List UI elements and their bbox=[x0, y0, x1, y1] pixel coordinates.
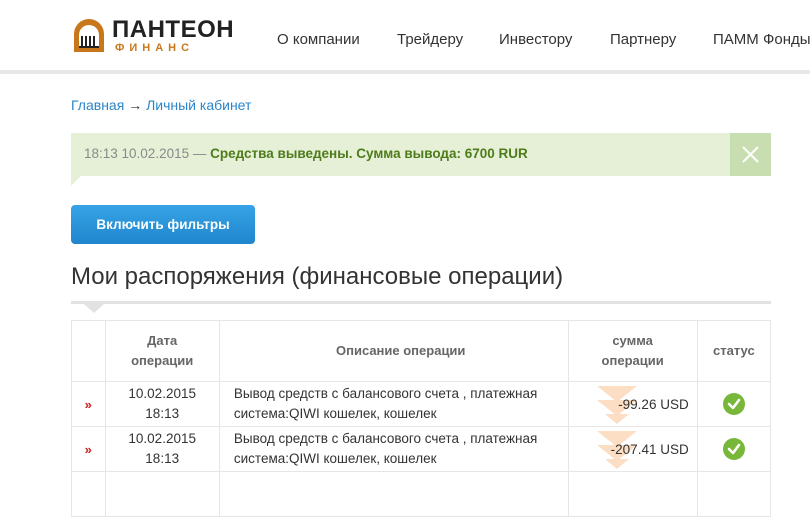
row-description-cell bbox=[218, 471, 569, 517]
row-description-line2: система:QIWI кошелек, кошелек bbox=[233, 451, 437, 466]
row-expand-icon[interactable]: » bbox=[85, 442, 92, 457]
notice-text: 18:13 10.02.2015 — Средства выведены. Су… bbox=[84, 146, 528, 161]
row-date-cell bbox=[104, 471, 220, 517]
row-expand-cell: » bbox=[71, 426, 106, 472]
header-status[interactable]: статус bbox=[696, 320, 772, 382]
row-amount-cell: -207.41 USD bbox=[567, 426, 698, 472]
brand-name: ПАНТЕОН bbox=[112, 16, 235, 43]
status-check-icon bbox=[722, 393, 745, 415]
pantheon-logo-icon bbox=[74, 19, 104, 52]
row-description-cell: Вывод средств с балансового счета , плат… bbox=[218, 426, 569, 472]
row-amount-cell: -99.26 USD bbox=[567, 381, 698, 427]
success-notice: 18:13 10.02.2015 — Средства выведены. Су… bbox=[71, 133, 771, 176]
row-expand-cell: » bbox=[71, 381, 106, 427]
row-amount: -207.41 USD bbox=[610, 441, 689, 457]
header-date-line2: операции bbox=[131, 353, 194, 368]
row-date: 10.02.2015 bbox=[128, 431, 196, 446]
status-check-icon bbox=[722, 438, 745, 460]
page-title: Мои распоряжения (финансовые операции) bbox=[71, 263, 564, 290]
row-date-cell: 10.02.2015 18:13 bbox=[104, 426, 220, 472]
header-amount-line2: операции bbox=[601, 353, 664, 368]
row-time: 18:13 bbox=[145, 406, 180, 421]
header-mark bbox=[71, 320, 106, 382]
row-status-cell bbox=[696, 471, 772, 517]
table-row[interactable] bbox=[71, 471, 772, 517]
breadcrumb-home-link[interactable]: Главная bbox=[71, 97, 124, 113]
breadcrumb: Главная → Личный кабинет bbox=[71, 97, 251, 113]
row-expand-cell bbox=[71, 471, 106, 517]
header-date[interactable]: Дата операции bbox=[104, 320, 220, 382]
title-divider bbox=[71, 301, 771, 304]
notice-message: Средства выведены. Сумма вывода: 6700 RU… bbox=[210, 146, 528, 161]
breadcrumb-current-link[interactable]: Личный кабинет bbox=[146, 97, 251, 113]
nav-item-about[interactable]: О компании bbox=[277, 31, 360, 48]
enable-filters-button[interactable]: Включить фильтры bbox=[71, 205, 255, 244]
table-header-row: Дата операции Описание операции сумма оп… bbox=[71, 320, 772, 382]
header-date-line1: Дата bbox=[147, 333, 178, 348]
row-description-cell: Вывод средств с балансового счета , плат… bbox=[218, 381, 569, 427]
notice-close-button[interactable] bbox=[730, 133, 771, 176]
table-row[interactable]: » 10.02.2015 18:13 Вывод средств с балан… bbox=[71, 381, 772, 427]
row-amount-cell bbox=[567, 471, 698, 517]
operations-table: Дата операции Описание операции сумма оп… bbox=[71, 320, 772, 517]
row-description-line2: система:QIWI кошелек, кошелек bbox=[233, 406, 437, 421]
nav-item-trader[interactable]: Трейдеру bbox=[397, 31, 463, 48]
site-header: ПАНТЕОН ФИНАНС О компании Трейдеру Инвес… bbox=[0, 0, 810, 74]
title-divider-notch bbox=[84, 304, 104, 313]
row-description-line1: Вывод средств с балансового счета , плат… bbox=[233, 386, 538, 401]
nav-item-pamm[interactable]: ПАММ Фонды bbox=[713, 31, 810, 48]
table-row[interactable]: » 10.02.2015 18:13 Вывод средств с балан… bbox=[71, 426, 772, 472]
header-description[interactable]: Описание операции bbox=[218, 320, 569, 382]
header-amount[interactable]: сумма операции bbox=[567, 320, 698, 382]
breadcrumb-separator: → bbox=[128, 97, 143, 113]
pantheon-logo[interactable]: ПАНТЕОН ФИНАНС bbox=[70, 16, 234, 56]
nav-item-investor[interactable]: Инвестору bbox=[499, 31, 572, 48]
close-icon bbox=[742, 146, 759, 163]
row-date-cell: 10.02.2015 18:13 bbox=[104, 381, 220, 427]
brand-subtitle: ФИНАНС bbox=[115, 42, 195, 54]
row-date: 10.02.2015 bbox=[128, 386, 196, 401]
row-description-line1: Вывод средств с балансового счета , плат… bbox=[233, 431, 538, 446]
row-status-cell bbox=[696, 381, 772, 427]
header-amount-line1: сумма bbox=[612, 333, 653, 348]
notice-tail bbox=[71, 176, 81, 186]
row-time: 18:13 bbox=[145, 451, 180, 466]
nav-item-partner[interactable]: Партнеру bbox=[610, 31, 676, 48]
row-status-cell bbox=[696, 426, 772, 472]
row-amount: -99.26 USD bbox=[618, 396, 689, 412]
notice-timestamp: 18:13 10.02.2015 — bbox=[84, 146, 207, 161]
row-expand-icon[interactable]: » bbox=[85, 397, 92, 412]
